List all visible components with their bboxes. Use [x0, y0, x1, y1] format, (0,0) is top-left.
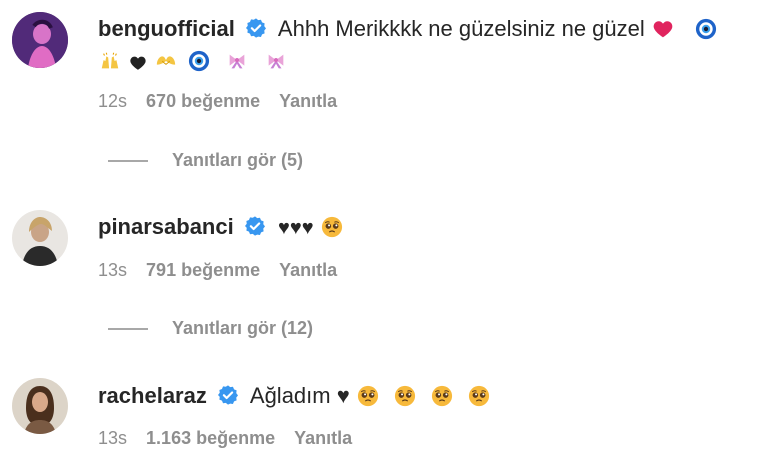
pleading-face-icon — [468, 385, 490, 407]
likes-count[interactable]: 670 beğenme — [146, 91, 260, 111]
verified-badge-icon — [217, 384, 239, 406]
view-replies-label: Yanıtları gör (5) — [172, 150, 304, 170]
replies-divider — [108, 160, 148, 163]
view-replies-label: Yanıtları gör (12) — [172, 318, 314, 338]
avatar[interactable] — [12, 12, 68, 68]
raising-hands-icon — [99, 50, 121, 72]
view-replies-button[interactable]: Yanıtları gör (5) — [108, 148, 303, 172]
pleading-face-icon — [394, 385, 416, 407]
avatar[interactable] — [12, 210, 68, 266]
comment-text: ♥♥♥ — [277, 217, 314, 239]
likes-count[interactable]: 1.163 beğenme — [146, 428, 275, 448]
username[interactable]: rachelaraz — [98, 383, 207, 408]
pink-bow-icon — [265, 50, 287, 72]
comment-time: 12s — [98, 91, 128, 111]
pink-bow-icon — [226, 50, 248, 72]
likes-count[interactable]: 791 beğenme — [146, 260, 260, 280]
replies-divider — [108, 328, 148, 331]
reply-button[interactable]: Yanıtla — [279, 260, 337, 280]
pleading-face-icon — [321, 216, 343, 238]
heart-hands-icon — [155, 50, 177, 72]
nazar-amulet-icon — [188, 50, 210, 72]
comment-time: 13s — [98, 428, 128, 448]
view-replies-button[interactable]: Yanıtları gör (12) — [108, 316, 313, 340]
nazar-amulet-icon — [695, 18, 717, 40]
pleading-face-icon — [431, 385, 453, 407]
comment-time: 13s — [98, 260, 128, 280]
username[interactable]: pinarsabanci — [98, 214, 234, 239]
comment-text: Ağladım ♥ — [249, 383, 350, 408]
reply-button[interactable]: Yanıtla — [279, 91, 337, 111]
pleading-face-icon — [357, 385, 379, 407]
reply-button[interactable]: Yanıtla — [294, 428, 352, 448]
red-heart-icon — [652, 18, 674, 40]
verified-badge-icon — [245, 17, 267, 39]
avatar[interactable] — [12, 378, 68, 434]
verified-badge-icon — [244, 215, 266, 237]
black-heart-icon — [129, 54, 147, 72]
username[interactable]: benguofficial — [98, 16, 235, 41]
comment-text: Ahhh Merikkkk ne güzelsiniz ne güzel — [277, 16, 645, 41]
